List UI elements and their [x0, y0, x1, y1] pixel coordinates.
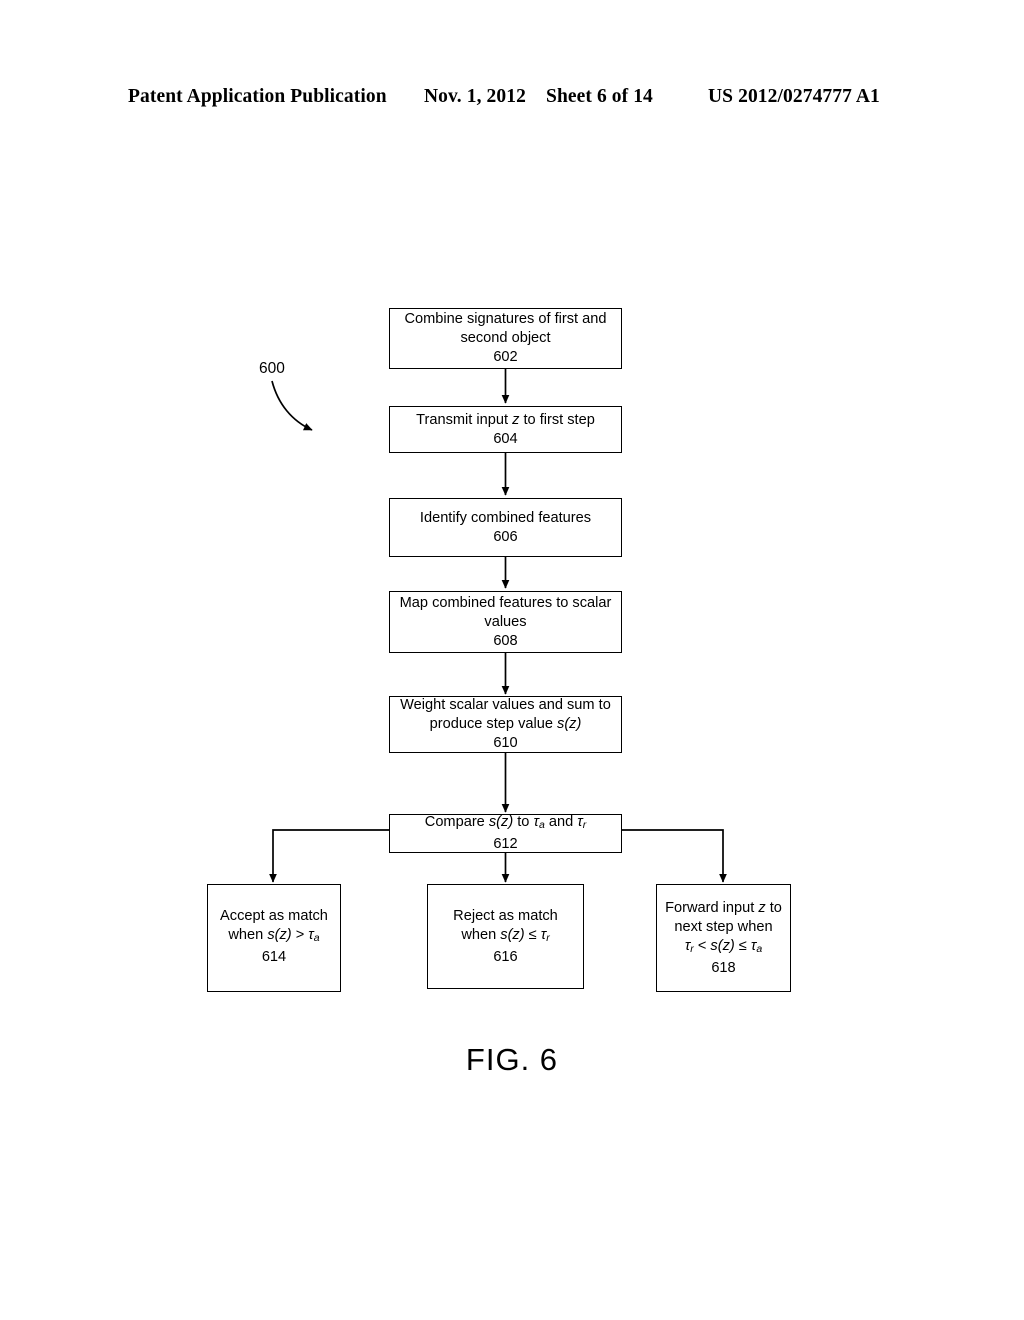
node-616-line2: when s(z) ≤ τr: [461, 926, 549, 948]
flow-node-614: Accept as match when s(z) > τa 614: [207, 884, 341, 992]
node-604-suffix: to first step: [519, 411, 595, 428]
node-610-variable: s(z): [557, 716, 582, 732]
node-602-number: 602: [493, 349, 518, 365]
node-610-line2: produce step value s(z): [430, 715, 582, 734]
flowchart-diagram: 600 Combine signatures of first and seco…: [0, 0, 1024, 1320]
node-618-operator2: ≤: [734, 938, 751, 954]
node-612-prefix: Compare: [424, 814, 489, 831]
node-618-line3: τr < s(z) ≤ τa: [685, 937, 762, 959]
node-612-number: 612: [493, 835, 518, 852]
flow-node-616: Reject as match when s(z) ≤ τr 616: [427, 884, 584, 989]
node-616-tau-subscript: r: [546, 931, 550, 944]
node-608-number: 608: [493, 632, 518, 649]
node-612-text: Compare s(z) to τa and τr: [425, 813, 586, 835]
node-610-line1: Weight scalar values and sum to: [400, 697, 611, 713]
node-618-operator1: <: [693, 938, 711, 954]
node-614-tau-subscript: a: [313, 931, 320, 944]
figure-caption: FIG. 6: [465, 1042, 559, 1077]
node-616-number: 616: [493, 948, 518, 965]
node-612-tau-accept: τa: [533, 814, 544, 831]
node-614-line2: when s(z) > τa: [228, 926, 319, 948]
node-616-line1: Reject as match: [453, 908, 558, 924]
node-616-operator: ≤: [524, 927, 541, 943]
node-602-line1: Combine signatures of first and: [404, 311, 607, 327]
node-606-number: 606: [493, 528, 518, 545]
node-618-tau2-subscript: a: [756, 942, 763, 955]
node-612-tau-reject: τr: [577, 814, 587, 831]
node-610-number: 610: [493, 735, 518, 751]
node-612-mid: to: [513, 814, 534, 831]
node-618-tau-reject: τr: [685, 938, 694, 955]
node-612-tau2-subscript: r: [582, 818, 587, 831]
node-610-prefix: produce step value: [429, 716, 558, 732]
flow-node-618: Forward input z to next step when τr < s…: [656, 884, 791, 992]
node-614-variable: s(z): [267, 927, 292, 943]
flow-node-608: Map combined features to scalar values 6…: [389, 591, 622, 653]
node-618-variable2: s(z): [710, 938, 735, 954]
connector-612-618: [622, 829, 727, 883]
node-618-tau-accept: τa: [751, 938, 763, 955]
node-602-line2: second object: [460, 330, 551, 346]
flow-node-602: Combine signatures of first and second o…: [389, 308, 622, 369]
node-616-variable: s(z): [500, 927, 525, 943]
node-614-operator: >: [291, 927, 309, 943]
node-618-prefix: Forward input: [665, 900, 759, 916]
node-614-number: 614: [261, 948, 287, 965]
flow-node-612: Compare s(z) to τa and τr 612: [389, 814, 622, 853]
node-618-variable: z: [758, 900, 766, 916]
node-616-tau: τr: [541, 927, 550, 944]
node-614-prefix: when: [228, 927, 268, 943]
node-608-line2: values: [484, 613, 527, 630]
connector-612-614: [269, 829, 389, 883]
node-604-text: Transmit input z to first step: [416, 411, 595, 430]
node-604-number: 604: [493, 430, 518, 447]
flow-node-604: Transmit input z to first step 604: [389, 406, 622, 453]
node-604-prefix: Transmit input: [416, 411, 513, 428]
node-618-line2: next step when: [674, 919, 773, 935]
flowchart-connectors: [269, 369, 727, 883]
node-618-number: 618: [711, 959, 736, 976]
node-612-variable: s(z): [488, 814, 514, 831]
node-616-prefix: when: [461, 927, 501, 943]
node-618-suffix: to: [765, 900, 782, 916]
reference-600-leader: [271, 380, 313, 431]
node-612-and: and: [544, 814, 578, 831]
flow-node-610: Weight scalar values and sum to produce …: [389, 696, 622, 753]
node-614-tau: τa: [308, 927, 320, 944]
node-608-line1: Map combined features to scalar: [399, 594, 612, 611]
node-618-line1: Forward input z to: [665, 899, 782, 918]
node-614-line1: Accept as match: [220, 908, 328, 924]
reference-numeral-600: 600: [259, 360, 285, 377]
node-606-line1: Identify combined features: [419, 509, 592, 526]
flow-node-606: Identify combined features 606: [389, 498, 622, 557]
